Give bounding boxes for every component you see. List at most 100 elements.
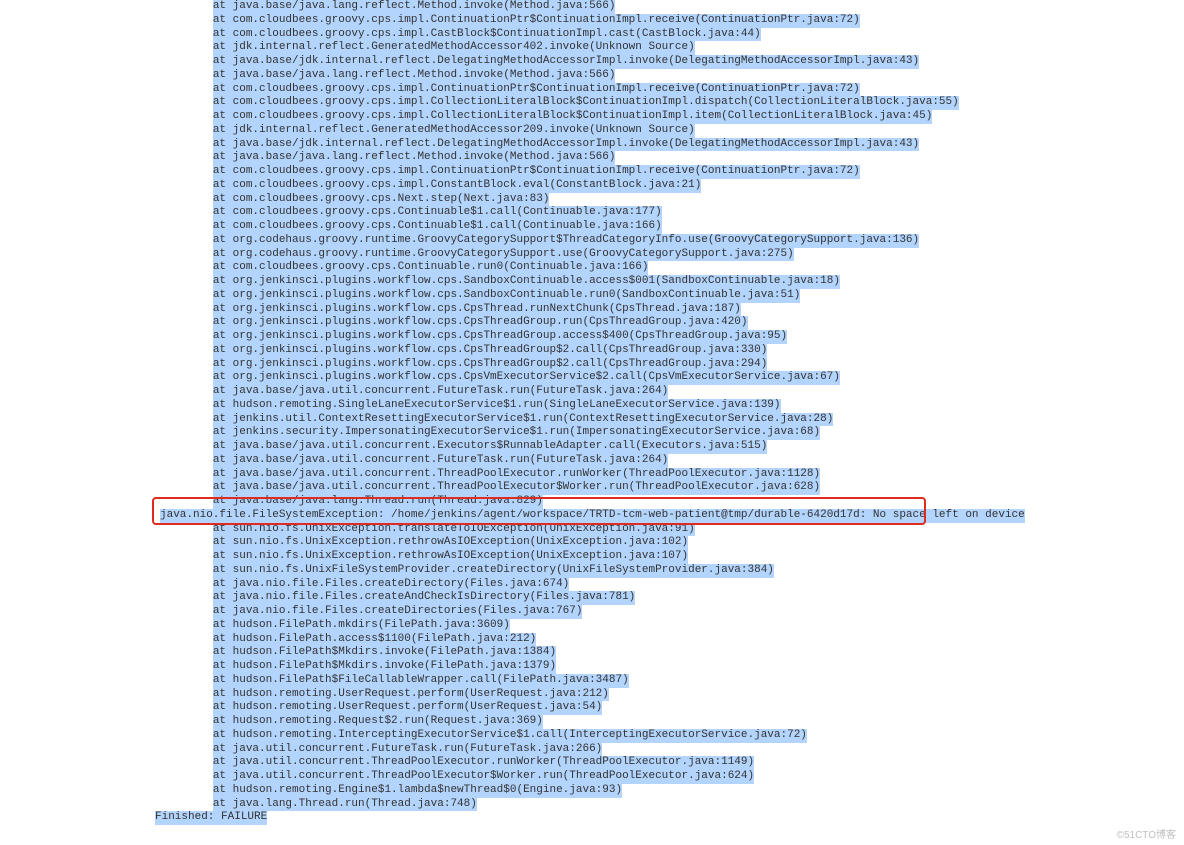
stack-trace-text: at hudson.remoting.UserRequest.perform(U… bbox=[213, 688, 609, 702]
finished-text: Finished: FAILURE bbox=[155, 811, 267, 825]
stack-trace-line: at hudson.remoting.UserRequest.perform(U… bbox=[160, 688, 1184, 702]
stack-trace-line: at java.base/java.util.concurrent.Execut… bbox=[160, 440, 1184, 454]
stack-trace-line: at org.jenkinsci.plugins.workflow.cps.Cp… bbox=[160, 303, 1184, 317]
stack-trace-line: at hudson.remoting.UserRequest.perform(U… bbox=[160, 701, 1184, 715]
stack-trace-text: at org.codehaus.groovy.runtime.GroovyCat… bbox=[213, 234, 919, 248]
stack-trace-text: at java.base/java.util.concurrent.Future… bbox=[213, 385, 668, 399]
stack-trace-line: at com.cloudbees.groovy.cps.Continuable$… bbox=[160, 220, 1184, 234]
stack-trace-text: at jdk.internal.reflect.GeneratedMethodA… bbox=[213, 124, 695, 138]
stack-trace-text: at hudson.remoting.Request$2.run(Request… bbox=[213, 715, 543, 729]
stack-trace-text: at com.cloudbees.groovy.cps.impl.Continu… bbox=[213, 83, 860, 97]
stack-trace-text: at hudson.remoting.Engine$1.lambda$newTh… bbox=[213, 784, 622, 798]
stack-trace-line: at java.base/jdk.internal.reflect.Delega… bbox=[160, 55, 1184, 69]
stack-trace-line: at org.jenkinsci.plugins.workflow.cps.Cp… bbox=[160, 371, 1184, 385]
stack-trace-text: at com.cloudbees.groovy.cps.Continuable$… bbox=[213, 206, 662, 220]
stack-trace-text: at com.cloudbees.groovy.cps.impl.Collect… bbox=[213, 110, 933, 124]
stack-trace-line: at java.base/java.lang.reflect.Method.in… bbox=[160, 69, 1184, 83]
stack-trace-text: at java.util.concurrent.ThreadPoolExecut… bbox=[213, 770, 754, 784]
stack-trace-line: at com.cloudbees.groovy.cps.impl.CastBlo… bbox=[160, 28, 1184, 42]
stack-trace-line: at java.nio.file.Files.createDirectories… bbox=[160, 605, 1184, 619]
stack-trace-line: at java.base/java.util.concurrent.Future… bbox=[160, 385, 1184, 399]
stack-trace-line: at hudson.FilePath$FileCallableWrapper.c… bbox=[160, 674, 1184, 688]
stack-trace-text: at java.nio.file.Files.createDirectories… bbox=[213, 605, 583, 619]
stack-trace-text: at jenkins.security.ImpersonatingExecuto… bbox=[213, 426, 820, 440]
stack-trace-text: at org.codehaus.groovy.runtime.GroovyCat… bbox=[213, 248, 794, 262]
stack-trace-line: at com.cloudbees.groovy.cps.impl.Continu… bbox=[160, 83, 1184, 97]
stack-trace-line: at com.cloudbees.groovy.cps.impl.Collect… bbox=[160, 110, 1184, 124]
stack-trace-text: at com.cloudbees.groovy.cps.impl.Constan… bbox=[213, 179, 701, 193]
stack-trace-text: at org.jenkinsci.plugins.workflow.cps.Cp… bbox=[213, 330, 787, 344]
stack-trace-text: at java.base/jdk.internal.reflect.Delega… bbox=[213, 55, 919, 69]
stack-trace-text: at com.cloudbees.groovy.cps.Next.step(Ne… bbox=[213, 193, 550, 207]
stack-trace-line: at java.base/java.util.concurrent.Future… bbox=[160, 454, 1184, 468]
console-log: at java.base/java.lang.reflect.Method.in… bbox=[160, 0, 1184, 825]
stack-trace-line: at sun.nio.fs.UnixException.translateToI… bbox=[160, 523, 1184, 537]
stack-trace-line: at java.base/java.util.concurrent.Thread… bbox=[160, 468, 1184, 482]
stack-trace-text: at java.base/java.util.concurrent.Thread… bbox=[213, 481, 820, 495]
stack-trace-text: at hudson.remoting.SingleLaneExecutorSer… bbox=[213, 399, 781, 413]
stack-trace-line: at sun.nio.fs.UnixException.rethrowAsIOE… bbox=[160, 536, 1184, 550]
stack-trace-text: at org.jenkinsci.plugins.workflow.cps.Cp… bbox=[213, 358, 768, 372]
stack-trace-line: at hudson.FilePath$Mkdirs.invoke(FilePat… bbox=[160, 660, 1184, 674]
stack-trace-text: at jenkins.util.ContextResettingExecutor… bbox=[213, 413, 834, 427]
stack-trace-text: at java.util.concurrent.ThreadPoolExecut… bbox=[213, 756, 754, 770]
exception-line-text: java.nio.file.FileSystemException: /home… bbox=[160, 509, 1025, 523]
stack-trace-text: at hudson.remoting.InterceptingExecutorS… bbox=[213, 729, 807, 743]
stack-trace-text: at hudson.FilePath$Mkdirs.invoke(FilePat… bbox=[213, 660, 556, 674]
stack-trace-text: at sun.nio.fs.UnixFileSystemProvider.cre… bbox=[213, 564, 774, 578]
stack-trace-text: at sun.nio.fs.UnixException.rethrowAsIOE… bbox=[213, 536, 688, 550]
stack-trace-line: at org.codehaus.groovy.runtime.GroovyCat… bbox=[160, 248, 1184, 262]
stack-trace-line: at sun.nio.fs.UnixException.rethrowAsIOE… bbox=[160, 550, 1184, 564]
stack-trace-text: at java.base/java.util.concurrent.Execut… bbox=[213, 440, 768, 454]
stack-trace-line: at com.cloudbees.groovy.cps.Next.step(Ne… bbox=[160, 193, 1184, 207]
stack-trace-line: at com.cloudbees.groovy.cps.impl.Continu… bbox=[160, 14, 1184, 28]
stack-trace-line: at com.cloudbees.groovy.cps.Continuable$… bbox=[160, 206, 1184, 220]
stack-trace-line: at org.jenkinsci.plugins.workflow.cps.Sa… bbox=[160, 289, 1184, 303]
stack-trace-line: at org.jenkinsci.plugins.workflow.cps.Cp… bbox=[160, 330, 1184, 344]
stack-trace-line: at hudson.remoting.Request$2.run(Request… bbox=[160, 715, 1184, 729]
stack-trace-line: at org.codehaus.groovy.runtime.GroovyCat… bbox=[160, 234, 1184, 248]
exception-line: java.nio.file.FileSystemException: /home… bbox=[160, 509, 1184, 523]
stack-trace-line: at java.base/java.lang.Thread.run(Thread… bbox=[160, 495, 1184, 509]
stack-trace-line: at hudson.remoting.InterceptingExecutorS… bbox=[160, 729, 1184, 743]
stack-trace-line: at jenkins.security.ImpersonatingExecuto… bbox=[160, 426, 1184, 440]
stack-trace-line: at org.jenkinsci.plugins.workflow.cps.Cp… bbox=[160, 316, 1184, 330]
stack-trace-line: at hudson.remoting.Engine$1.lambda$newTh… bbox=[160, 784, 1184, 798]
stack-trace-line: at com.cloudbees.groovy.cps.impl.Collect… bbox=[160, 96, 1184, 110]
stack-trace-text: at hudson.remoting.UserRequest.perform(U… bbox=[213, 701, 602, 715]
stack-trace-text: at hudson.FilePath.mkdirs(FilePath.java:… bbox=[213, 619, 510, 633]
console-output-page: at java.base/java.lang.reflect.Method.in… bbox=[0, 0, 1184, 845]
stack-trace-line: at sun.nio.fs.UnixFileSystemProvider.cre… bbox=[160, 564, 1184, 578]
stack-trace-text: at com.cloudbees.groovy.cps.Continuable.… bbox=[213, 261, 649, 275]
stack-trace-line: at com.cloudbees.groovy.cps.impl.Constan… bbox=[160, 179, 1184, 193]
stack-trace-text: at java.util.concurrent.FutureTask.run(F… bbox=[213, 743, 602, 757]
stack-trace-text: at hudson.FilePath$FileCallableWrapper.c… bbox=[213, 674, 629, 688]
stack-trace-text: at sun.nio.fs.UnixException.translateToI… bbox=[213, 523, 695, 537]
stack-trace-text: at com.cloudbees.groovy.cps.impl.Continu… bbox=[213, 14, 860, 28]
stack-trace-line: at org.jenkinsci.plugins.workflow.cps.Sa… bbox=[160, 275, 1184, 289]
stack-trace-line: at java.util.concurrent.FutureTask.run(F… bbox=[160, 743, 1184, 757]
stack-trace-line: at java.nio.file.Files.createAndCheckIsD… bbox=[160, 591, 1184, 605]
stack-trace-line: at com.cloudbees.groovy.cps.Continuable.… bbox=[160, 261, 1184, 275]
finished-line: Finished: FAILURE bbox=[155, 811, 1184, 825]
stack-trace-text: at org.jenkinsci.plugins.workflow.cps.Cp… bbox=[213, 371, 840, 385]
stack-trace-line: at java.base/java.util.concurrent.Thread… bbox=[160, 481, 1184, 495]
stack-trace-line: at com.cloudbees.groovy.cps.impl.Continu… bbox=[160, 165, 1184, 179]
stack-trace-text: at org.jenkinsci.plugins.workflow.cps.Cp… bbox=[213, 303, 741, 317]
stack-trace-line: at jenkins.util.ContextResettingExecutor… bbox=[160, 413, 1184, 427]
stack-trace-text: at java.base/java.lang.reflect.Method.in… bbox=[213, 69, 616, 83]
stack-trace-text: at com.cloudbees.groovy.cps.Continuable$… bbox=[213, 220, 662, 234]
stack-trace-line: at org.jenkinsci.plugins.workflow.cps.Cp… bbox=[160, 358, 1184, 372]
stack-trace-text: at java.base/java.util.concurrent.Future… bbox=[213, 454, 668, 468]
stack-trace-line: at java.util.concurrent.ThreadPoolExecut… bbox=[160, 770, 1184, 784]
stack-trace-text: at com.cloudbees.groovy.cps.impl.CastBlo… bbox=[213, 28, 761, 42]
stack-trace-line: at java.base/java.lang.reflect.Method.in… bbox=[160, 151, 1184, 165]
stack-trace-text: at java.base/java.util.concurrent.Thread… bbox=[213, 468, 820, 482]
stack-trace-text: at org.jenkinsci.plugins.workflow.cps.Sa… bbox=[213, 275, 840, 289]
stack-trace-text: at java.nio.file.Files.createDirectory(F… bbox=[213, 578, 569, 592]
stack-trace-text: at java.nio.file.Files.createAndCheckIsD… bbox=[213, 591, 635, 605]
stack-trace-text: at sun.nio.fs.UnixException.rethrowAsIOE… bbox=[213, 550, 688, 564]
stack-trace-text: at java.base/java.lang.reflect.Method.in… bbox=[213, 0, 616, 14]
stack-trace-line: at java.nio.file.Files.createDirectory(F… bbox=[160, 578, 1184, 592]
stack-trace-line: at hudson.remoting.SingleLaneExecutorSer… bbox=[160, 399, 1184, 413]
